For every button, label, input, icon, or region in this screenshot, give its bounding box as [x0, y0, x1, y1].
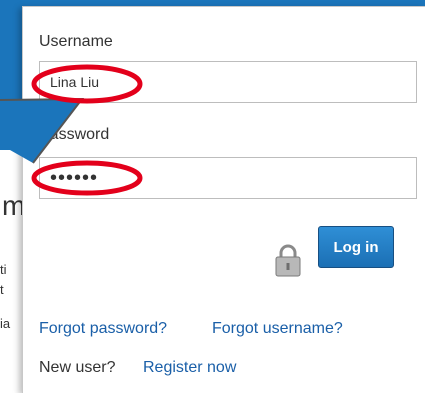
background-text: ti [0, 262, 7, 277]
background-text: ia [0, 316, 11, 331]
lock-icon [275, 244, 301, 277]
username-field[interactable] [39, 61, 417, 103]
login-panel: Username Password Log in Forgot password… [22, 6, 425, 393]
forgot-password-link[interactable]: Forgot password? [39, 320, 167, 338]
background-text: t [0, 282, 4, 297]
password-label: Password [39, 126, 110, 143]
username-label: Username [39, 33, 113, 50]
password-field[interactable] [39, 157, 417, 199]
register-now-link[interactable]: Register now [143, 359, 236, 377]
log-in-button[interactable]: Log in [318, 226, 394, 268]
forgot-username-link[interactable]: Forgot username? [212, 320, 343, 338]
new-user-text: New user? [39, 359, 116, 376]
